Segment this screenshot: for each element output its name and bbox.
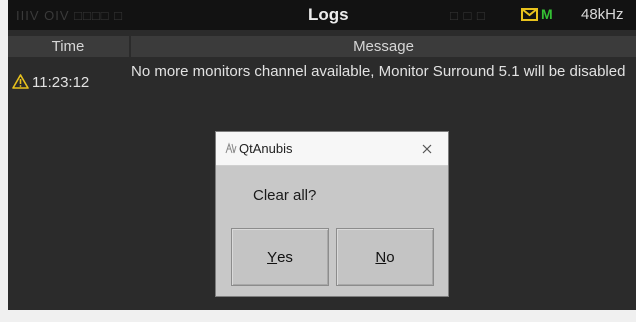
close-icon[interactable] [419, 141, 435, 157]
monitor-indicator: M [541, 6, 553, 22]
table-row[interactable]: 11:23:12 No more monitors channel availa… [8, 60, 636, 112]
no-label-rest: o [386, 248, 395, 266]
dialog-message: Clear all? [253, 187, 317, 204]
app-window: IIIV OIV □□□□ □ Logs □ □ □ M 48kHz Time … [8, 0, 636, 310]
no-mnemonic: N [375, 248, 387, 266]
confirm-dialog: QtAnubis Clear all? Yes No [215, 131, 449, 297]
table-header: Time Message [8, 36, 636, 57]
yes-button[interactable]: Yes [231, 228, 329, 286]
log-message: No more monitors channel available, Moni… [131, 63, 626, 80]
envelope-icon[interactable] [521, 8, 538, 21]
column-header-time[interactable]: Time [8, 36, 128, 57]
warning-icon [12, 74, 29, 89]
status-readout-right: □ □ □ [450, 8, 486, 23]
status-readout-left: IIIV OIV □□□□ □ [16, 8, 123, 23]
top-status-bar: IIIV OIV □□□□ □ Logs □ □ □ M 48kHz [8, 0, 636, 30]
log-time: 11:23:12 [32, 74, 90, 91]
dialog-app-name: QtAnubis [239, 141, 293, 156]
page-title: Logs [308, 5, 349, 24]
dialog-titlebar[interactable]: QtAnubis [216, 132, 448, 166]
qtanubis-app-icon [225, 142, 237, 154]
column-header-message[interactable]: Message [131, 36, 636, 57]
no-button[interactable]: No [336, 228, 434, 286]
yes-label-rest: es [277, 248, 293, 266]
yes-mnemonic: Y [267, 248, 278, 266]
sample-rate: 48kHz [581, 6, 624, 23]
